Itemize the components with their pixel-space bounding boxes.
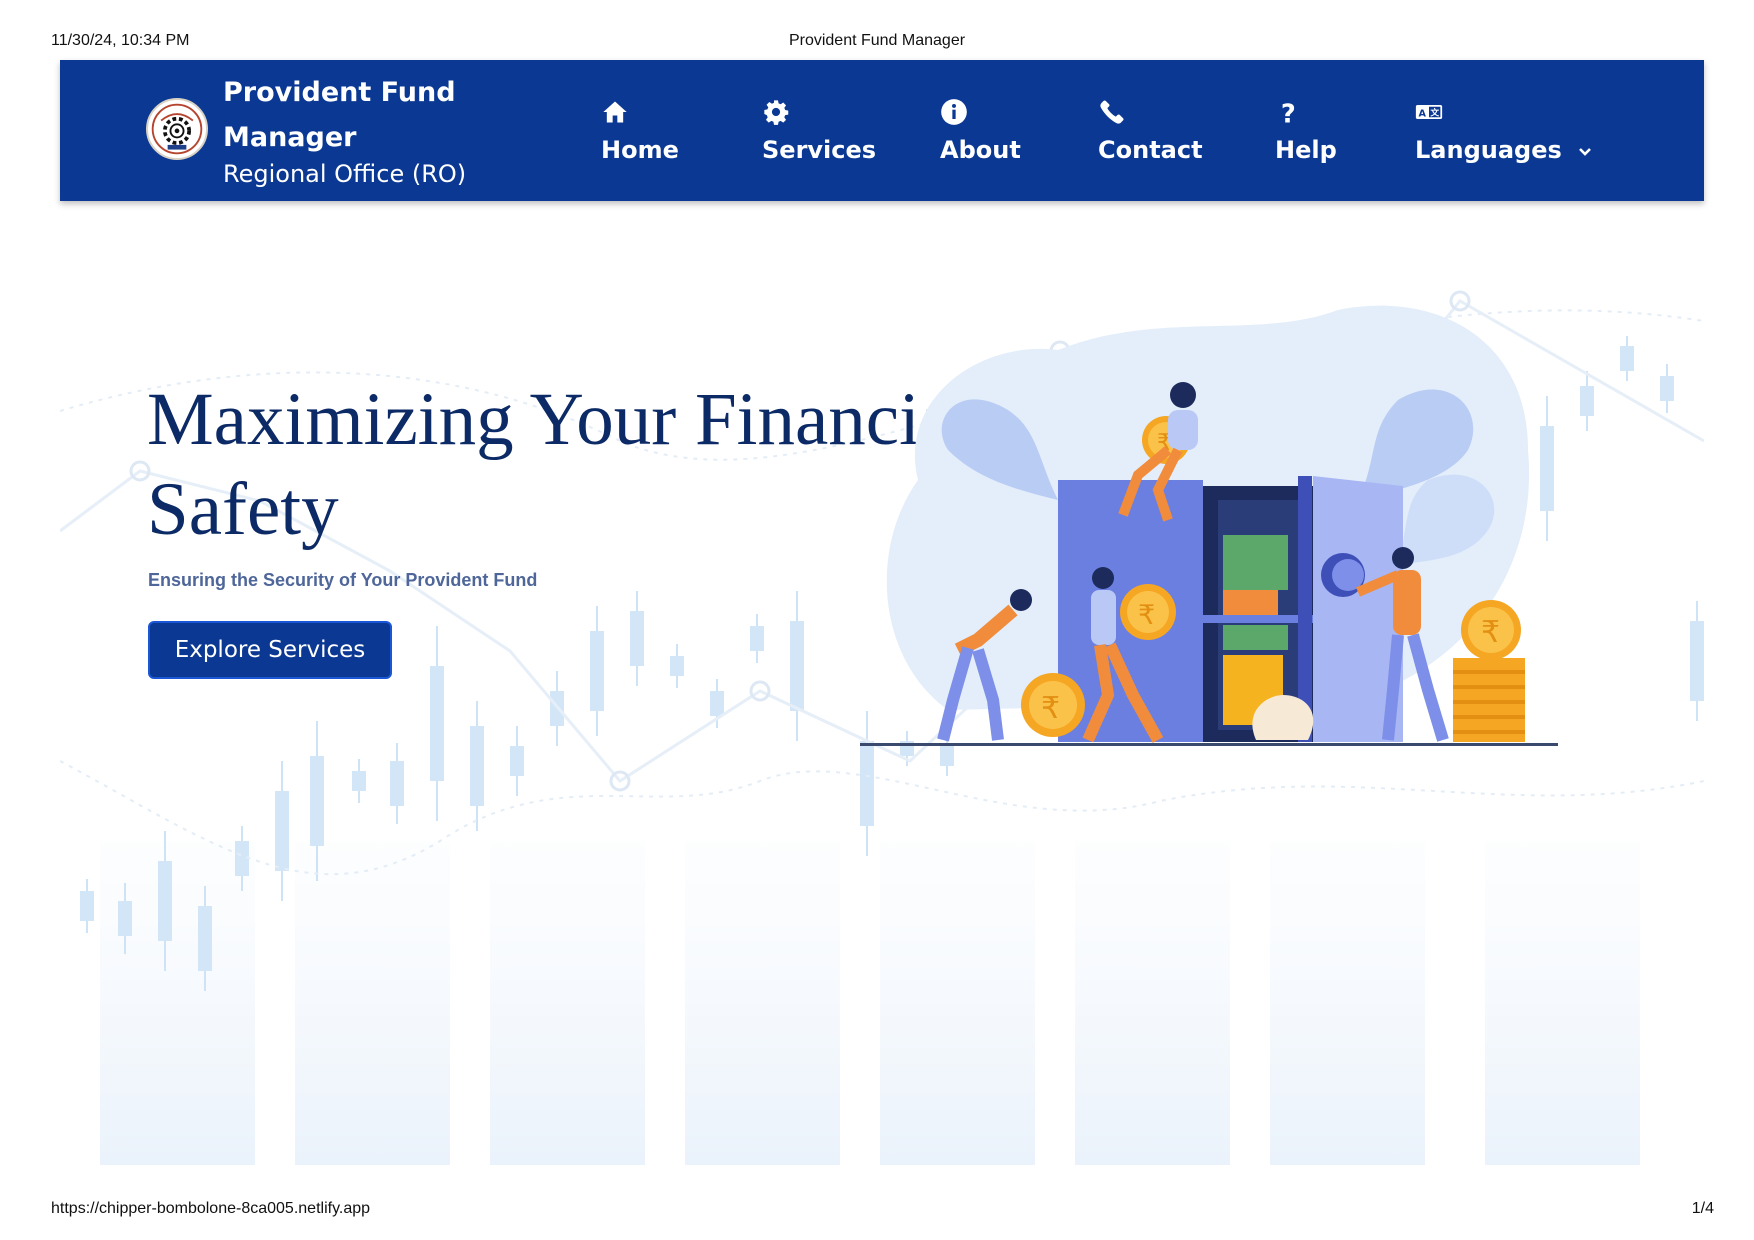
nav-home[interactable]: Home [601, 98, 679, 164]
language-icon: A文 [1415, 98, 1592, 128]
background-column [1485, 841, 1640, 1165]
navbar: Provident Fund Manager Regional Office (… [60, 60, 1704, 201]
candlestick-body [198, 906, 212, 971]
candlestick-body [158, 861, 172, 941]
svg-text:文: 文 [1430, 107, 1439, 119]
background-column [880, 841, 1035, 1165]
background-column [1270, 841, 1425, 1165]
hero-subtitle: Ensuring the Security of Your Provident … [148, 570, 538, 590]
candlestick-body [1660, 376, 1674, 401]
candlestick-body [510, 746, 524, 776]
explore-services-button[interactable]: Explore Services [148, 621, 392, 679]
candlestick-body [470, 726, 484, 806]
nav-home-label: Home [601, 136, 679, 164]
candlestick-body [670, 656, 684, 676]
candlestick-body [390, 761, 404, 806]
nav-contact-label: Contact [1098, 136, 1203, 164]
candlestick-body [710, 691, 724, 716]
candlestick-body [1690, 621, 1704, 701]
background-column [685, 841, 840, 1165]
nav-help-label: Help [1275, 136, 1337, 164]
svg-text:₹: ₹ [1138, 600, 1155, 631]
brand-logo[interactable] [146, 98, 208, 160]
nav-languages[interactable]: A文 Languages [1415, 98, 1592, 165]
candlestick-body [750, 626, 764, 651]
info-icon [940, 98, 1021, 128]
home-icon [601, 98, 679, 128]
candlestick-body [80, 891, 94, 921]
candlestick-body [1580, 386, 1594, 416]
background-column [295, 841, 450, 1165]
brand-subtitle: Regional Office (RO) [223, 160, 467, 188]
nav-about[interactable]: About [940, 98, 1021, 164]
emblem-icon [151, 103, 203, 155]
background-column [1075, 841, 1230, 1165]
safe-illustration-graphic: ₹ ₹ ₹ ₹ [860, 305, 1572, 746]
gear-icon [762, 98, 876, 128]
nav-languages-label: Languages [1415, 136, 1562, 164]
candlestick-body [790, 621, 804, 711]
print-url: https://chipper-bombolone-8ca005.netlify… [51, 1200, 371, 1217]
nav-about-label: About [940, 136, 1021, 164]
nav-services[interactable]: Services [762, 98, 876, 164]
candlestick-body [118, 901, 132, 936]
candlestick-body [630, 611, 644, 666]
candlestick-body [275, 791, 289, 871]
svg-text:?: ? [1281, 100, 1296, 127]
nav-services-label: Services [762, 136, 877, 164]
print-title: Provident Fund Manager [788, 32, 966, 49]
candlestick-body [590, 631, 604, 711]
phone-icon [1098, 98, 1203, 128]
candlestick-body [1620, 346, 1634, 371]
page: 11/30/24, 10:34 PM Provident Fund Manage… [0, 0, 1754, 1240]
chevron-down-icon [1578, 137, 1592, 165]
print-page-number: 1/4 [1691, 1200, 1714, 1217]
background-column [100, 841, 255, 1165]
nav-contact[interactable]: Contact [1098, 98, 1203, 164]
candlestick-body [430, 666, 444, 781]
question-icon: ? [1275, 98, 1337, 130]
background-column [490, 841, 645, 1165]
svg-text:₹: ₹ [1041, 691, 1060, 726]
candlestick-body [310, 756, 324, 846]
candlestick-body [235, 841, 249, 876]
candlestick-body [352, 771, 366, 791]
nav-help[interactable]: ? Help [1275, 98, 1337, 165]
svg-text:₹: ₹ [1481, 615, 1500, 650]
safe-illustration: ₹ ₹ ₹ ₹ [838, 300, 1572, 760]
svg-text:A: A [1419, 108, 1427, 119]
brand-title[interactable]: Provident Fund Manager [223, 70, 483, 160]
